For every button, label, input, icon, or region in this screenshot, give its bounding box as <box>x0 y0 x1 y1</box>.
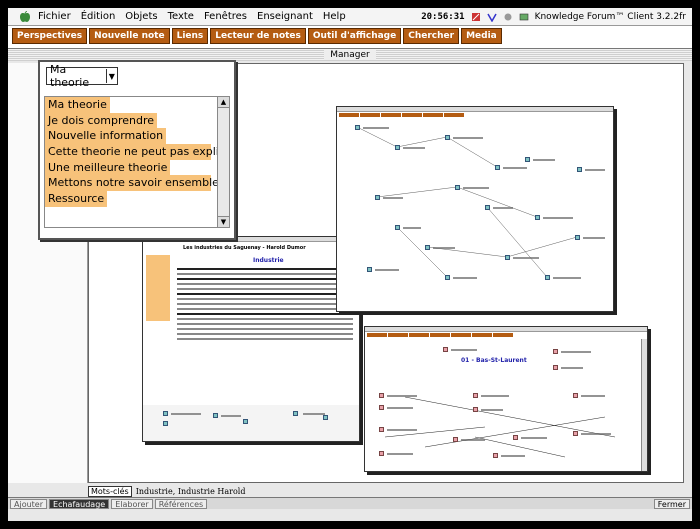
menubar: Fichier Édition Objets Texte Fenêtres En… <box>8 8 692 26</box>
menu-help[interactable]: Help <box>323 11 346 22</box>
display-tool-button[interactable]: Outil d'affichage <box>307 28 402 44</box>
scaffold-panel: Ma theorie ▼ Ma theorie Je dois comprend… <box>38 60 236 240</box>
network-icon[interactable] <box>486 12 497 22</box>
thumb-map-scrollbar <box>641 339 647 471</box>
scaffold-item-meilleure-theorie[interactable]: Une meilleure theorie <box>45 159 171 176</box>
chevron-down-icon[interactable]: ▼ <box>105 69 117 83</box>
add-button[interactable]: Ajouter <box>10 498 48 509</box>
menu-edition[interactable]: Édition <box>81 11 116 22</box>
tab-scaffold[interactable]: Echafaudage <box>49 498 110 509</box>
note-screenshot-thumbnail: Les industries du Saguenay - Harold Dumo… <box>142 236 360 442</box>
scaffold-item-mettons-savoir[interactable]: Mettons notre savoir ensemble <box>45 175 219 191</box>
close-button[interactable]: Fermer <box>653 498 690 509</box>
extensions-icon[interactable] <box>471 12 481 22</box>
clock: 20:56:31 <box>421 11 465 22</box>
apple-menu-icon[interactable] <box>18 10 32 23</box>
thumb-doc-text <box>173 265 357 343</box>
thumb-doc-footer <box>143 405 359 441</box>
menubar-status: 20:56:31 Knowledge Forum™ Client 3.2.2fr <box>421 12 692 22</box>
links-button[interactable]: Liens <box>171 28 209 44</box>
active-app-name[interactable]: Knowledge Forum™ Client 3.2.2fr <box>535 12 686 22</box>
perspectives-button-label: Perspectives <box>17 31 83 41</box>
new-note-button-label: Nouvelle note <box>94 31 165 41</box>
media-button[interactable]: Media <box>461 28 502 44</box>
tab-references[interactable]: Références <box>154 498 208 509</box>
menu-objets[interactable]: Objets <box>125 11 157 22</box>
manager-title: Manager <box>324 50 376 60</box>
menu-fichier[interactable]: Fichier <box>38 11 71 22</box>
note-reader-button-label: Lecteur de notes <box>215 31 301 41</box>
perspectives-button[interactable]: Perspectives <box>12 28 88 44</box>
menu-fenetres[interactable]: Fenêtres <box>204 11 247 22</box>
view-screenshot-thumbnail <box>336 106 614 312</box>
links-button-label: Liens <box>176 31 204 41</box>
note-reader-button[interactable]: Lecteur de notes <box>210 28 306 44</box>
scaffold-item-cette-theorie[interactable]: Cette theorie ne peut pas expliquer <box>45 144 229 160</box>
keywords-row: Mots-clés Industrie, Industrie Harold <box>88 485 684 497</box>
scaffold-item-je-dois-comprendre[interactable]: Je dois comprendre <box>45 112 158 129</box>
note-bottom-bar: Ajouter Echafaudage Elaborer Références … <box>8 497 692 509</box>
scaffold-scrollbar[interactable]: ▲ ▼ <box>217 97 229 227</box>
app-switcher-icon[interactable] <box>519 12 529 22</box>
search-button[interactable]: Chercher <box>403 28 460 44</box>
search-button-label: Chercher <box>408 31 455 41</box>
map-screenshot-thumbnail: 01 - Bas-St-Laurent <box>364 326 648 472</box>
thumb-doc-heading: Industrie <box>253 257 284 264</box>
menu-texte[interactable]: Texte <box>168 11 194 22</box>
screen: Fichier Édition Objets Texte Fenêtres En… <box>8 8 692 521</box>
scroll-up-icon[interactable]: ▲ <box>218 97 229 108</box>
thumb-doc-sidebar <box>146 255 170 321</box>
menu-enseignant[interactable]: Enseignant <box>257 11 313 22</box>
thumb-map-links <box>384 396 616 458</box>
keywords-field[interactable]: Industrie, Industrie Harold <box>136 487 246 496</box>
thumb-doc-title: Les industries du Saguenay - Harold Dumo… <box>183 245 306 251</box>
scroll-down-icon[interactable]: ▼ <box>218 216 229 227</box>
display-tool-button-label: Outil d'affichage <box>312 31 397 41</box>
sound-icon[interactable] <box>503 12 513 22</box>
new-note-button[interactable]: Nouvelle note <box>89 28 170 44</box>
main-toolbar: Perspectives Nouvelle note Liens Lecteur… <box>12 28 502 45</box>
tab-elaborate[interactable]: Elaborer <box>111 498 153 509</box>
media-button-label: Media <box>466 31 497 41</box>
scaffold-list: Ma theorie Je dois comprendre Nouvelle i… <box>44 96 230 228</box>
scaffold-item-ma-theorie[interactable]: Ma theorie <box>45 97 110 113</box>
scaffold-item-ressource[interactable]: Ressource <box>45 191 108 207</box>
scaffold-selector[interactable]: Ma theorie ▼ <box>46 63 118 89</box>
keywords-label: Mots-clés <box>88 485 132 497</box>
scaffold-selected-value: Ma theorie <box>50 63 90 89</box>
scaffold-item-nouvelle-information[interactable]: Nouvelle information <box>45 128 167 144</box>
